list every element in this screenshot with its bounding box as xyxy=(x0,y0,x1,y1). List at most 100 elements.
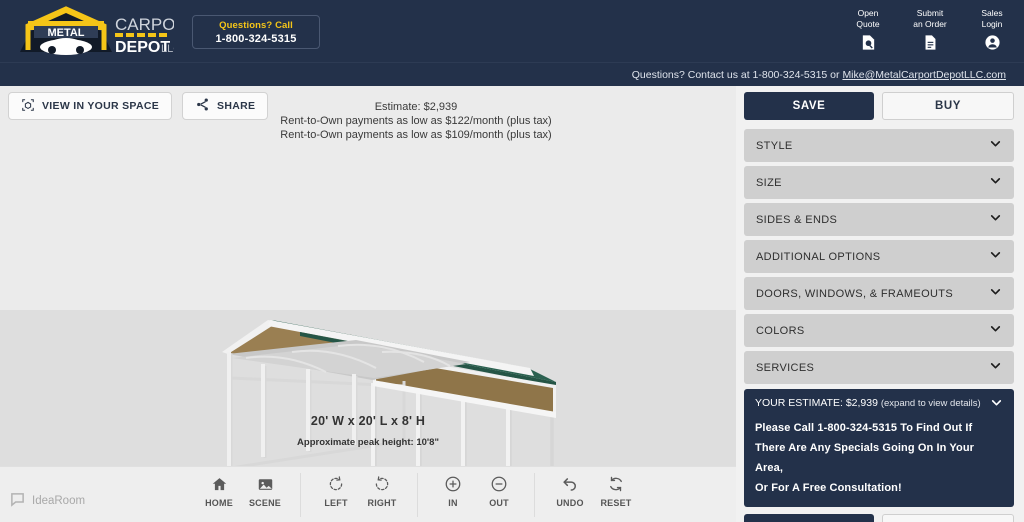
section-size[interactable]: SIZE xyxy=(744,166,1014,199)
rotate-left-icon xyxy=(313,473,359,495)
nav-sales-login-label-1: Sales xyxy=(981,8,1003,18)
nav-submit-order-label-2: an Order xyxy=(913,18,947,29)
promo-line-3: Or For A Free Consultation! xyxy=(755,482,902,494)
section-additional-options[interactable]: ADDITIONAL OPTIONS xyxy=(744,240,1014,273)
rotate-right-icon xyxy=(359,473,405,495)
section-doors-windows-frameouts-label: DOORS, WINDOWS, & FRAMEOUTS xyxy=(756,287,954,300)
nav-open-quote-label-1: Open xyxy=(857,8,879,18)
tool-undo-label: UNDO xyxy=(556,498,584,508)
section-doors-windows-frameouts[interactable]: DOORS, WINDOWS, & FRAMEOUTS xyxy=(744,277,1014,310)
your-estimate-header[interactable]: YOUR ESTIMATE: $2,939 (expand to view de… xyxy=(755,396,1003,414)
zoom-in-icon xyxy=(430,473,476,495)
scene-image-icon xyxy=(242,473,288,495)
save-button-top[interactable]: SAVE xyxy=(744,92,874,120)
promo-line-2: There Are Any Specials Going On In Your … xyxy=(755,442,975,474)
model-dimensions: 20' W x 20' L x 8' H Approximate peak he… xyxy=(0,414,736,448)
nav-open-quote-label-2: Quote xyxy=(856,18,880,29)
estimate-summary: Estimate: $2,939 Rent-to-Own payments as… xyxy=(236,100,596,142)
section-services[interactable]: SERVICES xyxy=(744,351,1014,384)
estimate-total: Estimate: $2,939 xyxy=(374,101,458,113)
tool-home-label: HOME xyxy=(205,498,233,508)
section-colors-label: COLORS xyxy=(756,324,805,337)
toolbar-group-rotate: LEFT RIGHT xyxy=(301,473,418,517)
tool-rotate-right[interactable]: RIGHT xyxy=(359,473,405,508)
buy-button-top[interactable]: BUY xyxy=(882,92,1014,120)
panel-bottom-buttons: SAVE BUY xyxy=(744,514,1014,522)
option-sections: STYLE SIZE SIDES & ENDS ADDITIONAL OPTIO… xyxy=(744,129,1014,384)
model-viewer[interactable]: VIEW IN YOUR SPACE SHARE Estimate: $2,93… xyxy=(0,86,736,522)
rent-to-own-line-2: Rent-to-Own payments as low as $109/mont… xyxy=(280,129,552,141)
section-colors[interactable]: COLORS xyxy=(744,314,1014,347)
home-icon xyxy=(196,473,242,495)
tool-rotate-left[interactable]: LEFT xyxy=(313,473,359,508)
contact-bar-text: Questions? Contact us at 1-800-324-5315 … xyxy=(631,69,843,81)
tool-reset[interactable]: RESET xyxy=(593,473,639,508)
phone-question: Questions? Call xyxy=(219,20,293,31)
reset-refresh-icon xyxy=(593,473,639,495)
share-button[interactable]: SHARE xyxy=(182,92,269,120)
tool-scene-label: SCENE xyxy=(248,498,281,508)
dimensions-main: 20' W x 20' L x 8' H xyxy=(310,414,426,428)
section-size-label: SIZE xyxy=(756,176,782,189)
share-icon xyxy=(195,97,210,115)
nav-submit-order[interactable]: Submit an Order xyxy=(908,8,952,51)
header-nav: Open Quote Submit an Order Sales Login xyxy=(846,8,1014,51)
chevron-down-icon xyxy=(989,248,1002,266)
tool-home[interactable]: HOME xyxy=(196,473,242,508)
svg-text:METAL: METAL xyxy=(47,27,84,39)
your-estimate-panel[interactable]: YOUR ESTIMATE: $2,939 (expand to view de… xyxy=(744,389,1014,507)
undo-arrow-icon xyxy=(547,473,593,495)
viewer-toolbar: IdeaRoom HOME SCENE LEFT RIGHT IN OUT UN… xyxy=(0,466,736,522)
promo-line-1: Please Call 1-800-324-5315 To Find Out I… xyxy=(755,422,973,434)
idearoom-brand: IdeaRoom xyxy=(10,492,85,510)
buy-button-bottom[interactable]: BUY xyxy=(882,514,1014,522)
tool-undo[interactable]: UNDO xyxy=(547,473,593,508)
contact-bar: Questions? Contact us at 1-800-324-5315 … xyxy=(0,62,1024,86)
section-style[interactable]: STYLE xyxy=(744,129,1014,162)
carport-logo-icon: METAL CARPORT DEPOT LLC. xyxy=(20,6,174,56)
user-account-icon xyxy=(970,33,1014,51)
your-estimate-title-row: YOUR ESTIMATE: $2,939 (expand to view de… xyxy=(755,396,990,411)
section-style-label: STYLE xyxy=(756,139,793,152)
section-sides-and-ends[interactable]: SIDES & ENDS xyxy=(744,203,1014,236)
header-phone-box[interactable]: Questions? Call 1-800-324-5315 xyxy=(192,15,320,49)
nav-sales-login-label-2: Login xyxy=(981,18,1003,29)
tool-rotate-right-label: RIGHT xyxy=(367,498,397,508)
tool-zoom-in[interactable]: IN xyxy=(430,473,476,508)
chevron-down-icon xyxy=(989,137,1002,155)
brand-logo[interactable]: METAL CARPORT DEPOT LLC. xyxy=(14,4,174,60)
chevron-down-icon xyxy=(989,359,1002,377)
tool-zoom-out-label: OUT xyxy=(489,498,509,508)
site-header: METAL CARPORT DEPOT LLC. Questions? Call… xyxy=(0,0,1024,62)
carport-3d-model[interactable] xyxy=(0,86,736,522)
save-button-bottom[interactable]: SAVE xyxy=(744,514,874,522)
your-estimate-title: YOUR ESTIMATE: $2,939 xyxy=(755,397,878,409)
quote-search-icon xyxy=(846,33,890,51)
tool-scene[interactable]: SCENE xyxy=(242,473,288,508)
dimensions-peak-height: Approximate peak height: 10'8" xyxy=(297,437,439,448)
idearoom-logo-icon xyxy=(10,492,25,510)
configurator-app: METAL CARPORT DEPOT LLC. Questions? Call… xyxy=(0,0,1024,522)
toolbar-group-view: HOME SCENE xyxy=(184,473,301,517)
toolbar-group-zoom: IN OUT xyxy=(418,473,535,517)
contact-email-link[interactable]: Mike@MetalCarportDepotLLC.com xyxy=(842,69,1006,81)
viewer-action-buttons: VIEW IN YOUR SPACE SHARE xyxy=(8,92,269,120)
chevron-down-icon xyxy=(989,174,1002,192)
toolbar-group-history: UNDO RESET xyxy=(535,473,651,517)
your-estimate-hint: (expand to view details) xyxy=(880,398,981,409)
share-label: SHARE xyxy=(217,100,256,112)
configurator-panel: SAVE BUY STYLE SIZE SIDES & ENDS ADDITIO… xyxy=(736,86,1024,522)
chevron-down-icon[interactable] xyxy=(990,396,1003,414)
tool-reset-label: RESET xyxy=(600,498,632,508)
tool-zoom-out[interactable]: OUT xyxy=(476,473,522,508)
nav-sales-login[interactable]: Sales Login xyxy=(970,8,1014,51)
view-in-your-space-button[interactable]: VIEW IN YOUR SPACE xyxy=(8,92,173,120)
ar-cube-icon xyxy=(21,98,35,115)
document-icon xyxy=(908,33,952,51)
nav-open-quote[interactable]: Open Quote xyxy=(846,8,890,51)
toolbar-groups: HOME SCENE LEFT RIGHT IN OUT UNDO RESET xyxy=(184,473,651,519)
tool-rotate-left-label: LEFT xyxy=(324,498,348,508)
chevron-down-icon xyxy=(989,322,1002,340)
panel-top-buttons: SAVE BUY xyxy=(744,92,1014,120)
tool-zoom-in-label: IN xyxy=(448,498,458,508)
